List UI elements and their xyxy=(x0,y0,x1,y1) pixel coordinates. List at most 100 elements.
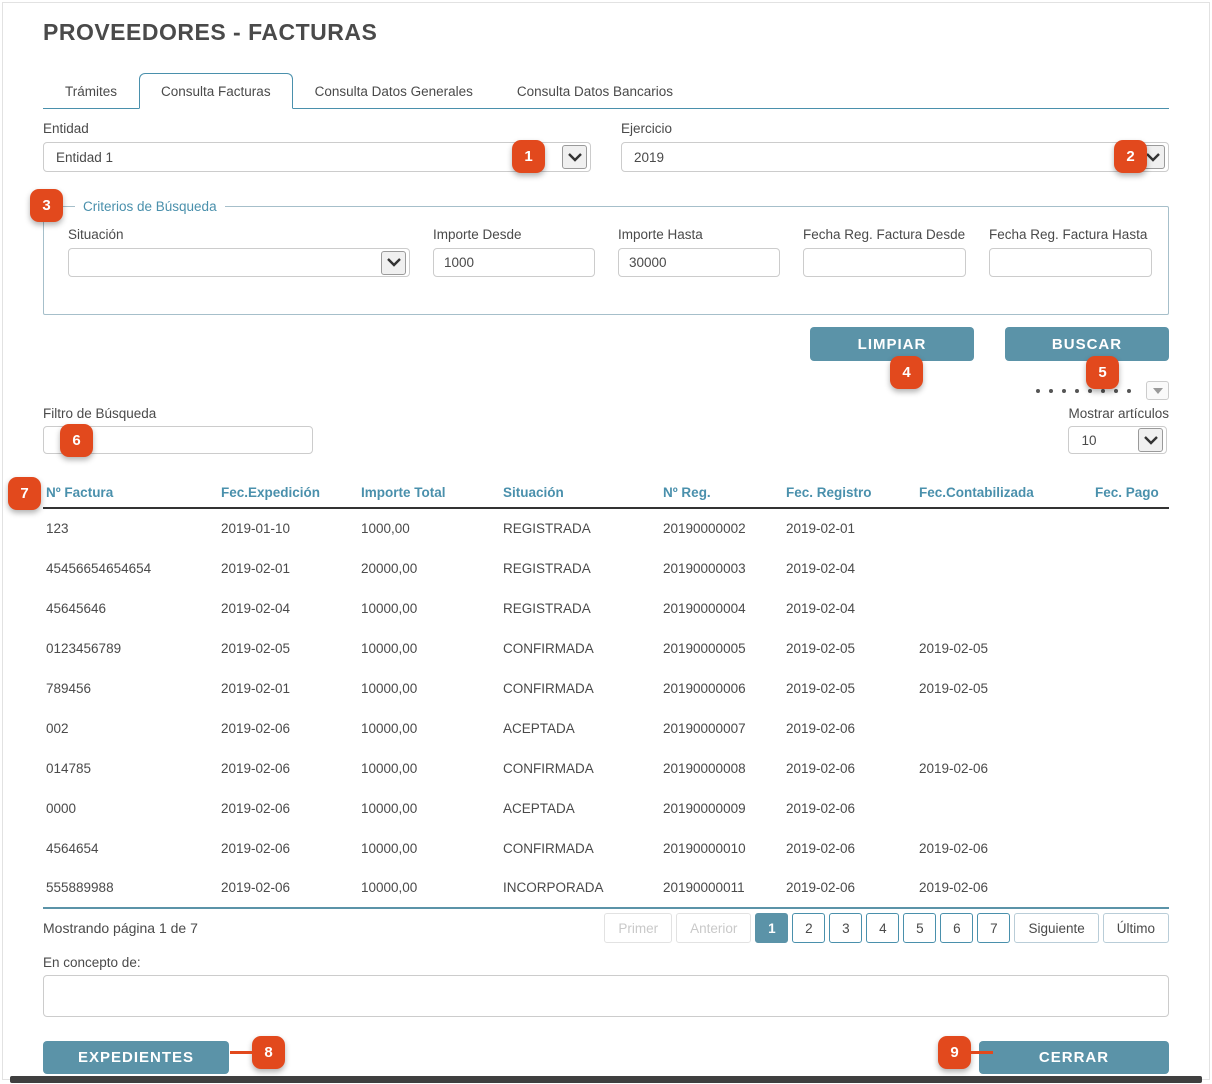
entidad-select[interactable]: Entidad 1 xyxy=(43,142,591,172)
table-cell: 2019-02-06 xyxy=(916,828,1092,868)
importe-hasta-input[interactable] xyxy=(618,248,780,277)
mostrar-articulos-select[interactable]: 10 xyxy=(1068,426,1167,454)
table-cell: 2019-02-05 xyxy=(218,628,358,668)
table-cell: 2019-02-04 xyxy=(783,588,916,628)
situacion-select[interactable] xyxy=(68,248,410,277)
table-row[interactable]: 0022019-02-0610000,00ACEPTADA20190000007… xyxy=(43,708,1169,748)
pagination-status: Mostrando página 1 de 7 xyxy=(43,920,198,936)
table-cell: 20190000011 xyxy=(660,868,783,908)
table-cell: 2019-02-01 xyxy=(218,668,358,708)
page-button-3[interactable]: 3 xyxy=(829,913,862,943)
page-title: PROVEEDORES - FACTURAS xyxy=(43,18,1169,46)
buscar-button[interactable]: BUSCAR xyxy=(1005,327,1169,361)
fecha-reg-desde-input[interactable] xyxy=(803,248,966,277)
ejercicio-select-value: 2019 xyxy=(634,150,1140,165)
fecha-reg-desde-label: Fecha Reg. Factura Desde xyxy=(803,228,966,242)
criterios-busqueda-fieldset: Criterios de Búsqueda Situación Importe … xyxy=(43,199,1169,315)
table-cell: 0123456789 xyxy=(43,628,218,668)
table-cell: 20190000010 xyxy=(660,828,783,868)
table-row[interactable]: 456456462019-02-0410000,00REGISTRADA2019… xyxy=(43,588,1169,628)
filtro-busqueda-input[interactable] xyxy=(43,426,313,454)
table-cell: 2019-02-06 xyxy=(783,788,916,828)
table-row[interactable]: 00002019-02-0610000,00ACEPTADA2019000000… xyxy=(43,788,1169,828)
cerrar-button[interactable]: CERRAR xyxy=(979,1041,1169,1074)
col-fec-registro: Fec. Registro xyxy=(783,478,916,508)
page-button-1[interactable]: 1 xyxy=(755,913,788,943)
table-row[interactable]: 45646542019-02-0610000,00CONFIRMADA20190… xyxy=(43,828,1169,868)
table-header-row: Nº Factura Fec.Expedición Importe Total … xyxy=(43,478,1169,508)
facturas-table: Nº Factura Fec.Expedición Importe Total … xyxy=(43,478,1169,909)
page-button-5[interactable]: 5 xyxy=(903,913,936,943)
page-button-7[interactable]: 7 xyxy=(977,913,1010,943)
page-button-siguiente[interactable]: Siguiente xyxy=(1014,913,1098,943)
table-cell: 20190000004 xyxy=(660,588,783,628)
table-cell: 10000,00 xyxy=(358,708,500,748)
concepto-textarea[interactable] xyxy=(43,975,1169,1017)
table-cell: 4564654 xyxy=(43,828,218,868)
table-row[interactable]: 7894562019-02-0110000,00CONFIRMADA201900… xyxy=(43,668,1169,708)
fecha-reg-hasta-label: Fecha Reg. Factura Hasta xyxy=(989,228,1152,242)
table-cell: 2019-02-06 xyxy=(783,868,916,908)
filtro-busqueda-label: Filtro de Búsqueda xyxy=(43,407,313,421)
table-cell: 2019-02-05 xyxy=(783,668,916,708)
table-cell: 2019-02-06 xyxy=(783,708,916,748)
tab-consulta-datos-bancarios[interactable]: Consulta Datos Bancarios xyxy=(495,73,695,109)
tab-tramites[interactable]: Trámites xyxy=(43,73,139,109)
table-cell: 123 xyxy=(43,508,218,548)
table-cell: 2019-02-06 xyxy=(218,788,358,828)
col-situacion: Situación xyxy=(500,478,660,508)
table-row[interactable]: 01234567892019-02-0510000,00CONFIRMADA20… xyxy=(43,628,1169,668)
page-button-último[interactable]: Último xyxy=(1103,913,1169,943)
table-cell: 2019-02-06 xyxy=(218,828,358,868)
expedientes-button[interactable]: EXPEDIENTES xyxy=(43,1041,229,1074)
dots-icon xyxy=(1036,389,1131,393)
expander-dropdown-button[interactable] xyxy=(1146,381,1169,400)
col-fec-expedicion: Fec.Expedición xyxy=(218,478,358,508)
table-cell: 2019-02-01 xyxy=(218,548,358,588)
entidad-select-value: Entidad 1 xyxy=(56,150,562,165)
table-cell: 2019-02-06 xyxy=(783,748,916,788)
ejercicio-label: Ejercicio xyxy=(621,122,1169,136)
table-cell: 014785 xyxy=(43,748,218,788)
table-cell: 10000,00 xyxy=(358,828,500,868)
table-cell: ACEPTADA xyxy=(500,788,660,828)
table-cell: 10000,00 xyxy=(358,628,500,668)
tab-consulta-facturas[interactable]: Consulta Facturas xyxy=(139,73,293,109)
page-button-4[interactable]: 4 xyxy=(866,913,899,943)
importe-hasta-label: Importe Hasta xyxy=(618,228,780,242)
page-button-6[interactable]: 6 xyxy=(940,913,973,943)
table-row[interactable]: 0147852019-02-0610000,00CONFIRMADA201900… xyxy=(43,748,1169,788)
window-bottom-shadow xyxy=(10,1076,1202,1083)
table-cell: REGISTRADA xyxy=(500,548,660,588)
table-cell: 20190000007 xyxy=(660,708,783,748)
fecha-reg-hasta-input[interactable] xyxy=(989,248,1152,277)
table-cell: 2019-02-05 xyxy=(916,628,1092,668)
page-button-primer: Primer xyxy=(604,913,672,943)
table-cell: 20190000008 xyxy=(660,748,783,788)
tab-consulta-datos-generales[interactable]: Consulta Datos Generales xyxy=(293,73,495,109)
ejercicio-select[interactable]: 2019 xyxy=(621,142,1169,172)
table-cell: 10000,00 xyxy=(358,788,500,828)
table-cell xyxy=(916,588,1092,628)
table-row[interactable]: 5558899882019-02-0610000,00INCORPORADA20… xyxy=(43,868,1169,908)
table-cell xyxy=(1092,868,1169,908)
table-cell: 2019-02-04 xyxy=(218,588,358,628)
importe-desde-input[interactable] xyxy=(433,248,595,277)
col-fec-contabilizada: Fec.Contabilizada xyxy=(916,478,1092,508)
table-cell: CONFIRMADA xyxy=(500,748,660,788)
entidad-label: Entidad xyxy=(43,122,591,136)
column-options-expander xyxy=(1036,381,1169,400)
table-cell: CONFIRMADA xyxy=(500,828,660,868)
table-cell: 10000,00 xyxy=(358,588,500,628)
chevron-down-icon xyxy=(381,251,406,275)
page-button-2[interactable]: 2 xyxy=(792,913,825,943)
en-concepto-de-label: En concepto de: xyxy=(43,956,1169,970)
table-cell: ACEPTADA xyxy=(500,708,660,748)
importe-desde-label: Importe Desde xyxy=(433,228,595,242)
table-cell: CONFIRMADA xyxy=(500,668,660,708)
tab-bar: Trámites Consulta Facturas Consulta Dato… xyxy=(43,72,1169,109)
limpiar-button[interactable]: LIMPIAR xyxy=(810,327,974,361)
table-cell: 10000,00 xyxy=(358,868,500,908)
table-row[interactable]: 454566546546542019-02-0120000,00REGISTRA… xyxy=(43,548,1169,588)
table-row[interactable]: 1232019-01-101000,00REGISTRADA2019000000… xyxy=(43,508,1169,548)
